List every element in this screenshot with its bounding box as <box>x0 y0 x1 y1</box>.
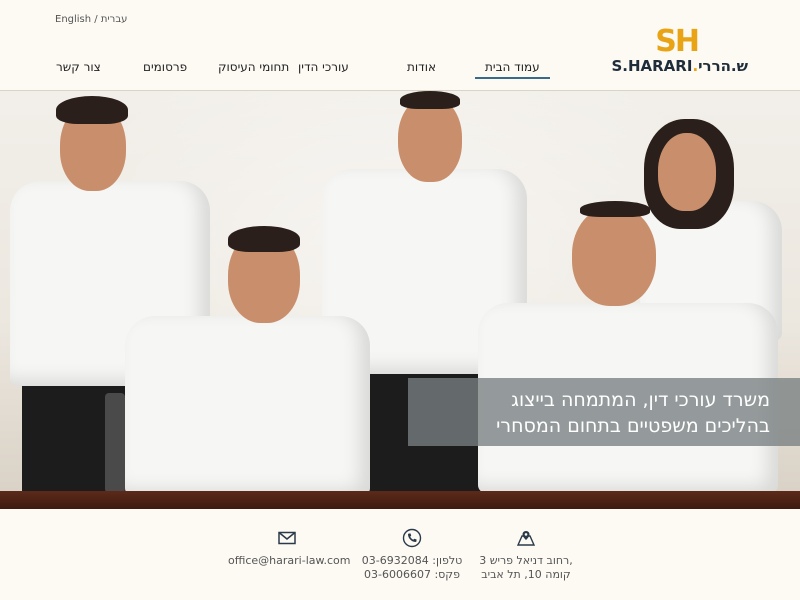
nav-item-contact[interactable]: צור קשר <box>56 60 101 74</box>
hero-tagline-line-2: בהליכים משפטיים בתחום המסחרי <box>496 415 770 437</box>
nav-item-home[interactable]: עמוד הבית <box>475 60 550 79</box>
phone-number[interactable]: טלפון: 03-6932084 <box>360 554 464 568</box>
contact-address: רחוב דניאל פריש 3, קומה 10, תל אביב <box>478 528 574 582</box>
site-logo[interactable]: SH S.HARARI.ש.הררי <box>598 26 748 78</box>
person-shirt <box>125 316 370 496</box>
lang-english-link[interactable]: English <box>55 14 91 25</box>
nav-item-lawyers[interactable]: עורכי הדין <box>298 60 349 74</box>
phone-icon <box>402 528 422 548</box>
address-line-1: רחוב דניאל פריש 3, <box>479 554 573 567</box>
logo-name-en: S.HARARI <box>611 57 693 75</box>
site-header: English / עברית SH S.HARARI.ש.הררי עמוד … <box>0 0 800 91</box>
hero-tagline-line-1: משרד עורכי דין, המתמחה בייצוג <box>511 389 770 411</box>
main-nav: עמוד הבית אודות עורכי הדין תחומי העיסוק … <box>40 60 560 80</box>
language-switcher: English / עברית <box>55 14 127 25</box>
nav-item-about[interactable]: אודות <box>407 60 436 74</box>
person-head <box>658 133 716 211</box>
fax-number: פקס: 03-6006607 <box>364 568 460 581</box>
contact-footer: רחוב דניאל פריש 3, קומה 10, תל אביב טלפו… <box>0 510 800 600</box>
person-hair <box>56 96 128 124</box>
nav-item-publications[interactable]: פרסומים <box>143 60 187 74</box>
contact-phone: טלפון: 03-6932084 פקס: 03-6006607 <box>360 528 464 582</box>
address-line-2: קומה 10, תל אביב <box>481 568 571 581</box>
logo-wordmark: S.HARARI.ש.הררי <box>611 57 748 75</box>
hero-tagline-box: משרד עורכי דין, המתמחה בייצוג בהליכים מש… <box>408 378 800 446</box>
logo-mark: SH <box>655 24 700 59</box>
hero-team-photo: משרד עורכי דין, המתמחה בייצוג בהליכים מש… <box>0 91 800 509</box>
person-hair <box>580 201 650 217</box>
map-icon <box>516 531 536 546</box>
contact-email: office@harari-law.com <box>228 528 350 568</box>
logo-name-he: ש.הררי <box>698 57 748 75</box>
conference-table <box>0 491 800 509</box>
lang-hebrew-link[interactable]: עברית <box>101 14 128 25</box>
person-head <box>572 206 656 306</box>
person-hair <box>228 226 300 252</box>
email-link[interactable]: office@harari-law.com <box>228 554 350 568</box>
person-hair <box>400 91 460 109</box>
office-chair <box>105 393 125 493</box>
lang-separator: / <box>94 14 98 25</box>
nav-item-practice-areas[interactable]: תחומי העיסוק <box>218 60 289 74</box>
envelope-icon <box>278 531 296 545</box>
